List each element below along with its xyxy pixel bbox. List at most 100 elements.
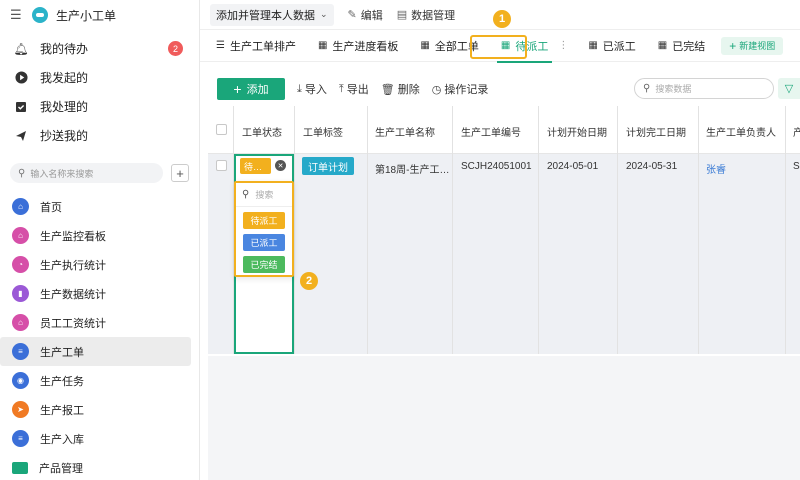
sidebar-item-label: 生产工单 bbox=[40, 346, 84, 359]
menu-collapse-icon[interactable]: ☰ bbox=[10, 7, 24, 23]
column-header-status[interactable]: 工单状态 bbox=[242, 124, 282, 139]
sidebar-item-task[interactable]: ◉ 生产任务 bbox=[0, 366, 191, 395]
tab-progress-board[interactable]: ▦ 生产进度看板 bbox=[312, 34, 404, 58]
add-item-button[interactable]: + bbox=[171, 164, 189, 182]
sidebar-item-warehousing[interactable]: ≡ 生产入库 bbox=[0, 424, 191, 453]
dropdown-option-dispatched[interactable]: 已派工 bbox=[243, 234, 285, 251]
app-header: ☰ 生产小工单 bbox=[0, 0, 199, 30]
play-icon bbox=[14, 71, 28, 85]
dropdown-search-placeholder: 搜索 bbox=[255, 190, 274, 200]
edit-button[interactable]: ✎ 编辑 bbox=[348, 7, 383, 23]
table-icon: ▦ bbox=[420, 40, 430, 51]
plus-icon: + bbox=[233, 81, 242, 97]
top-nav-label: 我的待办 bbox=[40, 42, 89, 56]
tab-dispatched[interactable]: ▦ 已派工 bbox=[582, 34, 641, 58]
app-title: 生产小工单 bbox=[56, 8, 117, 23]
sidebar-search-placeholder: 输入名称来搜索 bbox=[30, 168, 94, 179]
drag-handle-icon[interactable]: ⋮ bbox=[558, 40, 568, 51]
search-icon: ⚲ bbox=[18, 167, 26, 179]
document-icon: ≡ bbox=[12, 343, 29, 360]
filter-button[interactable]: ▽ bbox=[778, 78, 800, 99]
sidebar-item-label: 生产任务 bbox=[40, 375, 84, 388]
sidebar-item-label: 生产入库 bbox=[40, 433, 84, 446]
dropdown-search-input[interactable]: ⚲ 搜索 bbox=[236, 183, 292, 207]
status-dropdown: ⚲ 搜索 待派工 已派工 已完结 bbox=[234, 181, 294, 277]
cell-owner-link[interactable]: 张睿 bbox=[706, 161, 726, 176]
import-label: 导入 bbox=[304, 84, 327, 96]
table-icon: ▦ bbox=[657, 40, 668, 51]
tab-label: 全部工单 bbox=[434, 40, 479, 53]
home-icon: ⌂ bbox=[12, 227, 29, 244]
column-header-extra[interactable]: 产 bbox=[793, 124, 800, 139]
view-tabs: ☰ 生产工单排产 ▦ 生产进度看板 ▦ 全部工单 ▦ 待派工 ⋮ ▦ 已派工 ▦… bbox=[200, 30, 800, 63]
export-button[interactable]: ⤒ 导出 bbox=[339, 81, 369, 97]
import-button[interactable]: ⤓ 导入 bbox=[297, 81, 327, 97]
content-panel: + 添加 ⤓ 导入 ⤒ 导出 🗑︎ 删除 ◷ 操作记录 ⚲ 搜索数据 ▽ 工单状… bbox=[208, 72, 800, 480]
delete-button[interactable]: 🗑︎ 删除 bbox=[381, 81, 420, 97]
bar-chart-icon: ▮ bbox=[12, 285, 29, 302]
row-checkbox[interactable] bbox=[216, 160, 227, 171]
add-label: 添加 bbox=[246, 84, 269, 96]
close-icon[interactable]: ✕ bbox=[275, 160, 286, 171]
select-all-checkbox[interactable] bbox=[216, 124, 227, 135]
sidebar-item-data-stats[interactable]: ▮ 生产数据统计 bbox=[0, 279, 191, 308]
dropdown-option-pending[interactable]: 待派工 bbox=[243, 212, 285, 229]
sidebar-item-label: 生产执行统计 bbox=[40, 259, 106, 272]
add-button[interactable]: + 添加 bbox=[217, 78, 285, 100]
top-nav-todo[interactable]: 🔔︎ 我的待办 2 bbox=[0, 34, 199, 63]
data-manage-button[interactable]: ▤ 数据管理 bbox=[397, 7, 455, 23]
export-label: 导出 bbox=[346, 84, 369, 96]
data-manage-label: 数据管理 bbox=[411, 9, 456, 22]
table-icon: ▦ bbox=[588, 40, 598, 51]
pencil-icon: ✎ bbox=[347, 9, 357, 21]
column-header-code[interactable]: 生产工单编号 bbox=[461, 124, 521, 139]
column-header-tag[interactable]: 工单标签 bbox=[303, 124, 343, 139]
tab-pending-dispatch[interactable]: ▦ 待派工 bbox=[495, 34, 554, 63]
column-header-name[interactable]: 生产工单名称 bbox=[375, 124, 435, 139]
data-search-input[interactable]: ⚲ 搜索数据 bbox=[634, 78, 774, 99]
sidebar-item-product[interactable]: 产品管理 bbox=[0, 453, 191, 480]
view-select-label: 添加并管理本人数据 bbox=[216, 9, 315, 22]
sidebar-search-input[interactable]: ⚲ 输入名称来搜索 bbox=[10, 163, 163, 183]
home-icon: ⌂ bbox=[12, 198, 29, 215]
data-table: 工单状态 工单标签 生产工单名称 生产工单编号 计划开始日期 计划完工日期 生产… bbox=[208, 106, 800, 356]
sidebar-item-label: 生产数据统计 bbox=[40, 288, 106, 301]
dropdown-option-completed[interactable]: 已完结 bbox=[243, 256, 285, 273]
column-divider bbox=[538, 106, 539, 354]
view-select-dropdown[interactable]: 添加并管理本人数据 ⌄ bbox=[210, 3, 334, 26]
column-header-owner[interactable]: 生产工单负责人 bbox=[706, 124, 776, 139]
top-nav-initiated[interactable]: 我发起的 bbox=[0, 63, 199, 92]
sidebar-item-monitor-board[interactable]: ⌂ 生产监控看板 bbox=[0, 221, 191, 250]
sidebar-item-report[interactable]: ➤ 生产报工 bbox=[0, 395, 191, 424]
cell-order-code[interactable]: SCJH24051001 bbox=[461, 161, 532, 172]
cell-start-date[interactable]: 2024-05-01 bbox=[547, 161, 598, 172]
sidebar-search-row: ⚲ 输入名称来搜索 + bbox=[0, 160, 199, 186]
trash-icon: 🗑︎ bbox=[380, 83, 395, 96]
top-nav-handled[interactable]: 我处理的 bbox=[0, 92, 199, 121]
cell-extra[interactable]: S bbox=[793, 161, 800, 172]
cell-end-date[interactable]: 2024-05-31 bbox=[626, 161, 677, 172]
sidebar-item-work-order[interactable]: ≡ 生产工单 bbox=[0, 337, 191, 366]
top-nav-label: 我处理的 bbox=[40, 100, 89, 114]
clock-icon: ◷ bbox=[431, 83, 442, 96]
column-header-end-date[interactable]: 计划完工日期 bbox=[626, 124, 686, 139]
todo-count-badge: 2 bbox=[168, 41, 183, 56]
tab-completed[interactable]: ▦ 已完结 bbox=[652, 34, 711, 58]
app-logo-icon bbox=[32, 7, 48, 23]
edit-label: 编辑 bbox=[360, 9, 383, 22]
tab-schedule[interactable]: ☰ 生产工单排产 bbox=[210, 34, 302, 58]
cell-order-name[interactable]: 第18周-生产工… bbox=[375, 161, 449, 176]
sidebar-item-home[interactable]: ⌂ 首页 bbox=[0, 192, 191, 221]
operation-log-button[interactable]: ◷ 操作记录 bbox=[432, 81, 489, 97]
column-divider bbox=[785, 106, 786, 354]
sidebar-item-execution-stats[interactable]: ◔ 生产执行统计 bbox=[0, 250, 191, 279]
status-chip-selected[interactable]: 待… bbox=[240, 158, 271, 174]
column-header-start-date[interactable]: 计划开始日期 bbox=[547, 124, 607, 139]
data-search-placeholder: 搜索数据 bbox=[655, 84, 692, 94]
column-divider bbox=[452, 106, 453, 354]
tab-all-orders[interactable]: ▦ 全部工单 bbox=[414, 34, 484, 58]
top-nav-cc[interactable]: 抄送我的 bbox=[0, 121, 199, 150]
new-view-button[interactable]: + 新建视图 bbox=[721, 36, 784, 55]
sidebar-item-wage-stats[interactable]: ⌂ 员工工资统计 bbox=[0, 308, 191, 337]
table-row[interactable] bbox=[208, 154, 800, 354]
